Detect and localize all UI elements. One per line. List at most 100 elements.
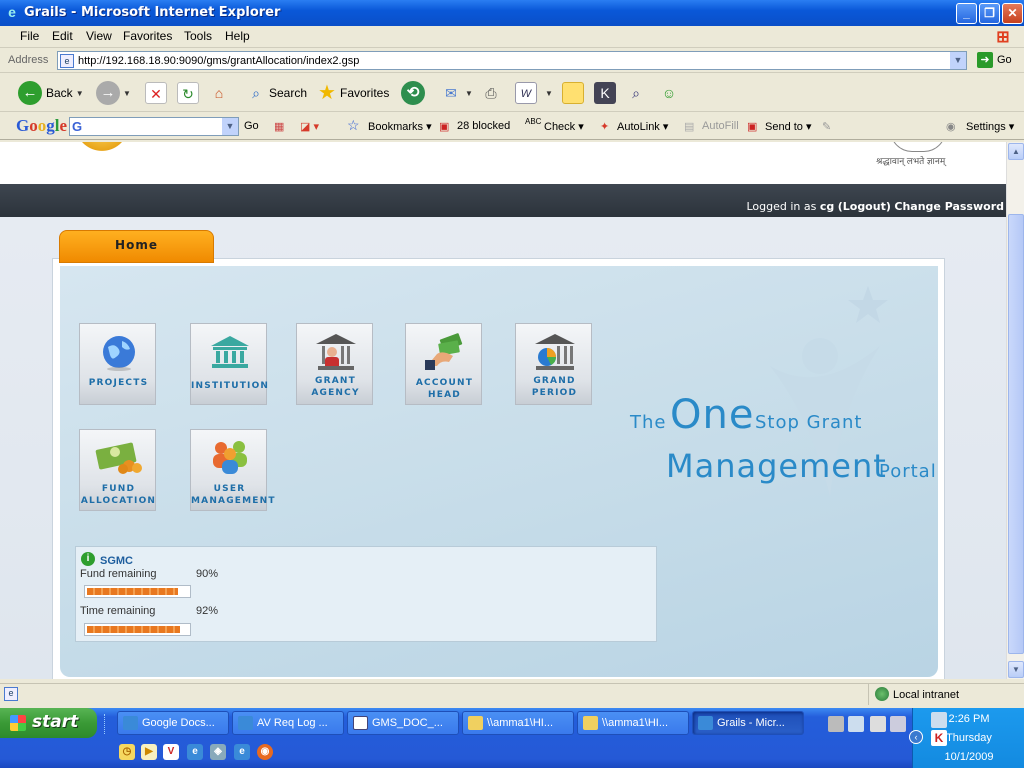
pen-icon[interactable]: [828, 716, 844, 732]
ie-task-icon: [238, 716, 253, 730]
autofill-button[interactable]: AutoFill: [702, 120, 739, 132]
spellcheck-icon: ABC: [525, 117, 542, 126]
popup-blocked-count[interactable]: 28 blocked: [457, 120, 510, 132]
scroll-thumb[interactable]: [1008, 214, 1024, 654]
university-emblem: श्रद्धावान् लभते ज्ञानम्: [872, 142, 962, 168]
mail-icon: ✉: [445, 85, 457, 101]
quicklaunch-ie-icon[interactable]: e: [187, 744, 203, 760]
fund-remaining-value: 90%: [196, 568, 219, 580]
quicklaunch-vlc-icon[interactable]: V: [163, 744, 179, 760]
menu-view[interactable]: View: [86, 29, 112, 43]
mail-button[interactable]: ✉ ▼: [440, 78, 473, 108]
favorites-button[interactable]: ★ Favorites: [316, 78, 389, 108]
task-grails[interactable]: Grails - Micr...: [692, 711, 804, 735]
quicklaunch-ie2-icon[interactable]: e: [234, 744, 250, 760]
google-search-input[interactable]: G ▼: [69, 117, 239, 136]
address-input[interactable]: e http://192.168.18.90:9090/gms/grantAll…: [57, 51, 967, 70]
quicklaunch-clock-icon[interactable]: ◷: [119, 744, 135, 760]
search-button[interactable]: ⌕ Search: [245, 78, 307, 108]
fund-allocation-tile[interactable]: FUND ALLOCATION: [79, 429, 156, 511]
ie-icon: e: [8, 4, 16, 20]
k-button[interactable]: K: [594, 78, 616, 108]
refresh-button[interactable]: ↻: [177, 78, 199, 108]
folder-icon: [583, 716, 598, 730]
start-button[interactable]: start: [0, 708, 97, 738]
logout-link[interactable]: (Logout): [838, 200, 891, 213]
task-gms-doc[interactable]: GMS_DOC_...: [347, 711, 459, 735]
ie-task-icon: [698, 716, 713, 730]
quicklaunch-media-icon[interactable]: ▶: [141, 744, 157, 760]
word-task-icon: [353, 716, 368, 730]
google-go-button[interactable]: Go: [244, 120, 259, 132]
quicklaunch-desktop-icon[interactable]: ◈: [210, 744, 226, 760]
username: cg: [819, 200, 835, 213]
home-button[interactable]: ⌂: [208, 78, 230, 108]
fund-remaining-label: Fund remaining: [80, 568, 157, 580]
close-button[interactable]: ✕: [1002, 3, 1023, 24]
edit-tool-icon[interactable]: [870, 716, 886, 732]
printer-icon: ⎙: [485, 85, 497, 101]
grand-period-tile[interactable]: GRAND PERIOD: [515, 323, 592, 405]
messenger-button[interactable]: ☺: [658, 78, 680, 108]
refresh-icon: ↻: [177, 82, 199, 104]
home-icon: ⌂: [214, 85, 224, 101]
highlight-icon[interactable]: ◪ ▾: [300, 120, 319, 133]
task-google-docs[interactable]: Google Docs...: [117, 711, 229, 735]
change-password-link[interactable]: Change Password: [894, 200, 1004, 213]
restore-button[interactable]: ❐: [979, 3, 1000, 24]
account-head-tile[interactable]: ACCOUNT HEAD: [405, 323, 482, 405]
go-button[interactable]: ➜ Go: [973, 52, 1021, 70]
page-viewport: श्रद्धावान् लभते ज्ञानम् Logged in as cg…: [0, 142, 1006, 679]
scroll-down-icon[interactable]: ▼: [1008, 661, 1024, 678]
task-folder-2[interactable]: \\amma1\HI...: [577, 711, 689, 735]
display-icon[interactable]: [848, 716, 864, 732]
page-icon: e: [60, 54, 74, 68]
tool-icon[interactable]: [890, 716, 906, 732]
research-button[interactable]: ⌕: [625, 78, 647, 108]
sendto-button[interactable]: Send to ▾: [765, 120, 812, 133]
forward-button[interactable]: → ▼: [96, 78, 131, 108]
task-av-req-log[interactable]: AV Req Log ...: [232, 711, 344, 735]
menu-edit[interactable]: Edit: [52, 29, 73, 43]
pencil-icon: ✎: [822, 121, 832, 133]
popup-blocker-icon: ▣: [439, 121, 450, 133]
menu-tools[interactable]: Tools: [184, 29, 212, 43]
history-button[interactable]: ⟲: [401, 78, 425, 108]
google-dropdown-icon[interactable]: ▼: [222, 118, 238, 135]
menu-favorites[interactable]: Favorites: [123, 29, 172, 43]
projects-tile[interactable]: PROJECTS: [79, 323, 156, 405]
title-bar[interactable]: e Grails - Microsoft Internet Explorer _…: [0, 0, 1024, 26]
settings-button[interactable]: Settings ▾: [966, 120, 1014, 133]
windows-flag-icon: [10, 715, 26, 731]
google-g-icon: G: [72, 119, 83, 134]
stop-button[interactable]: ✕: [145, 78, 167, 108]
tray-tools: [820, 712, 910, 734]
users-icon: [191, 436, 268, 480]
time-remaining-label: Time remaining: [80, 605, 156, 617]
menu-file[interactable]: File: [20, 29, 39, 43]
bookmarks-button[interactable]: Bookmarks ▾: [368, 120, 432, 133]
vertical-scrollbar[interactable]: ▲ ▼: [1006, 142, 1024, 679]
bookmark-star-icon: ☆: [347, 117, 360, 133]
fund-progress-fill: [87, 588, 178, 595]
autolink-button[interactable]: AutoLink ▾: [617, 120, 668, 133]
address-label: Address: [8, 54, 49, 66]
task-folder-1[interactable]: \\amma1\HI...: [462, 711, 574, 735]
address-dropdown-icon[interactable]: ▼: [950, 52, 966, 69]
grant-agency-tile[interactable]: GRANT AGENCY: [296, 323, 373, 405]
scroll-up-icon[interactable]: ▲: [1008, 143, 1024, 160]
tab-home[interactable]: Home: [59, 230, 214, 263]
print-button[interactable]: ⎙: [480, 78, 502, 108]
security-zone: Local intranet: [868, 684, 1024, 705]
clock-time[interactable]: 2:26 PM: [913, 713, 1024, 725]
quicklaunch-firefox-icon[interactable]: ◉: [257, 744, 273, 760]
menu-help[interactable]: Help: [225, 29, 250, 43]
emblem-motto: श्रद्धावान् लभते ज्ञानम्: [876, 156, 946, 166]
notes-button[interactable]: [562, 78, 584, 108]
back-button[interactable]: ← Back ▼: [18, 78, 84, 108]
check-button[interactable]: Check ▾: [544, 120, 584, 133]
user-management-tile[interactable]: USER MANAGEMENT: [190, 429, 275, 511]
institution-tile[interactable]: INSTITUTION: [190, 323, 268, 405]
edit-button[interactable]: W ▼: [515, 78, 553, 108]
minimize-button[interactable]: _: [956, 3, 977, 24]
